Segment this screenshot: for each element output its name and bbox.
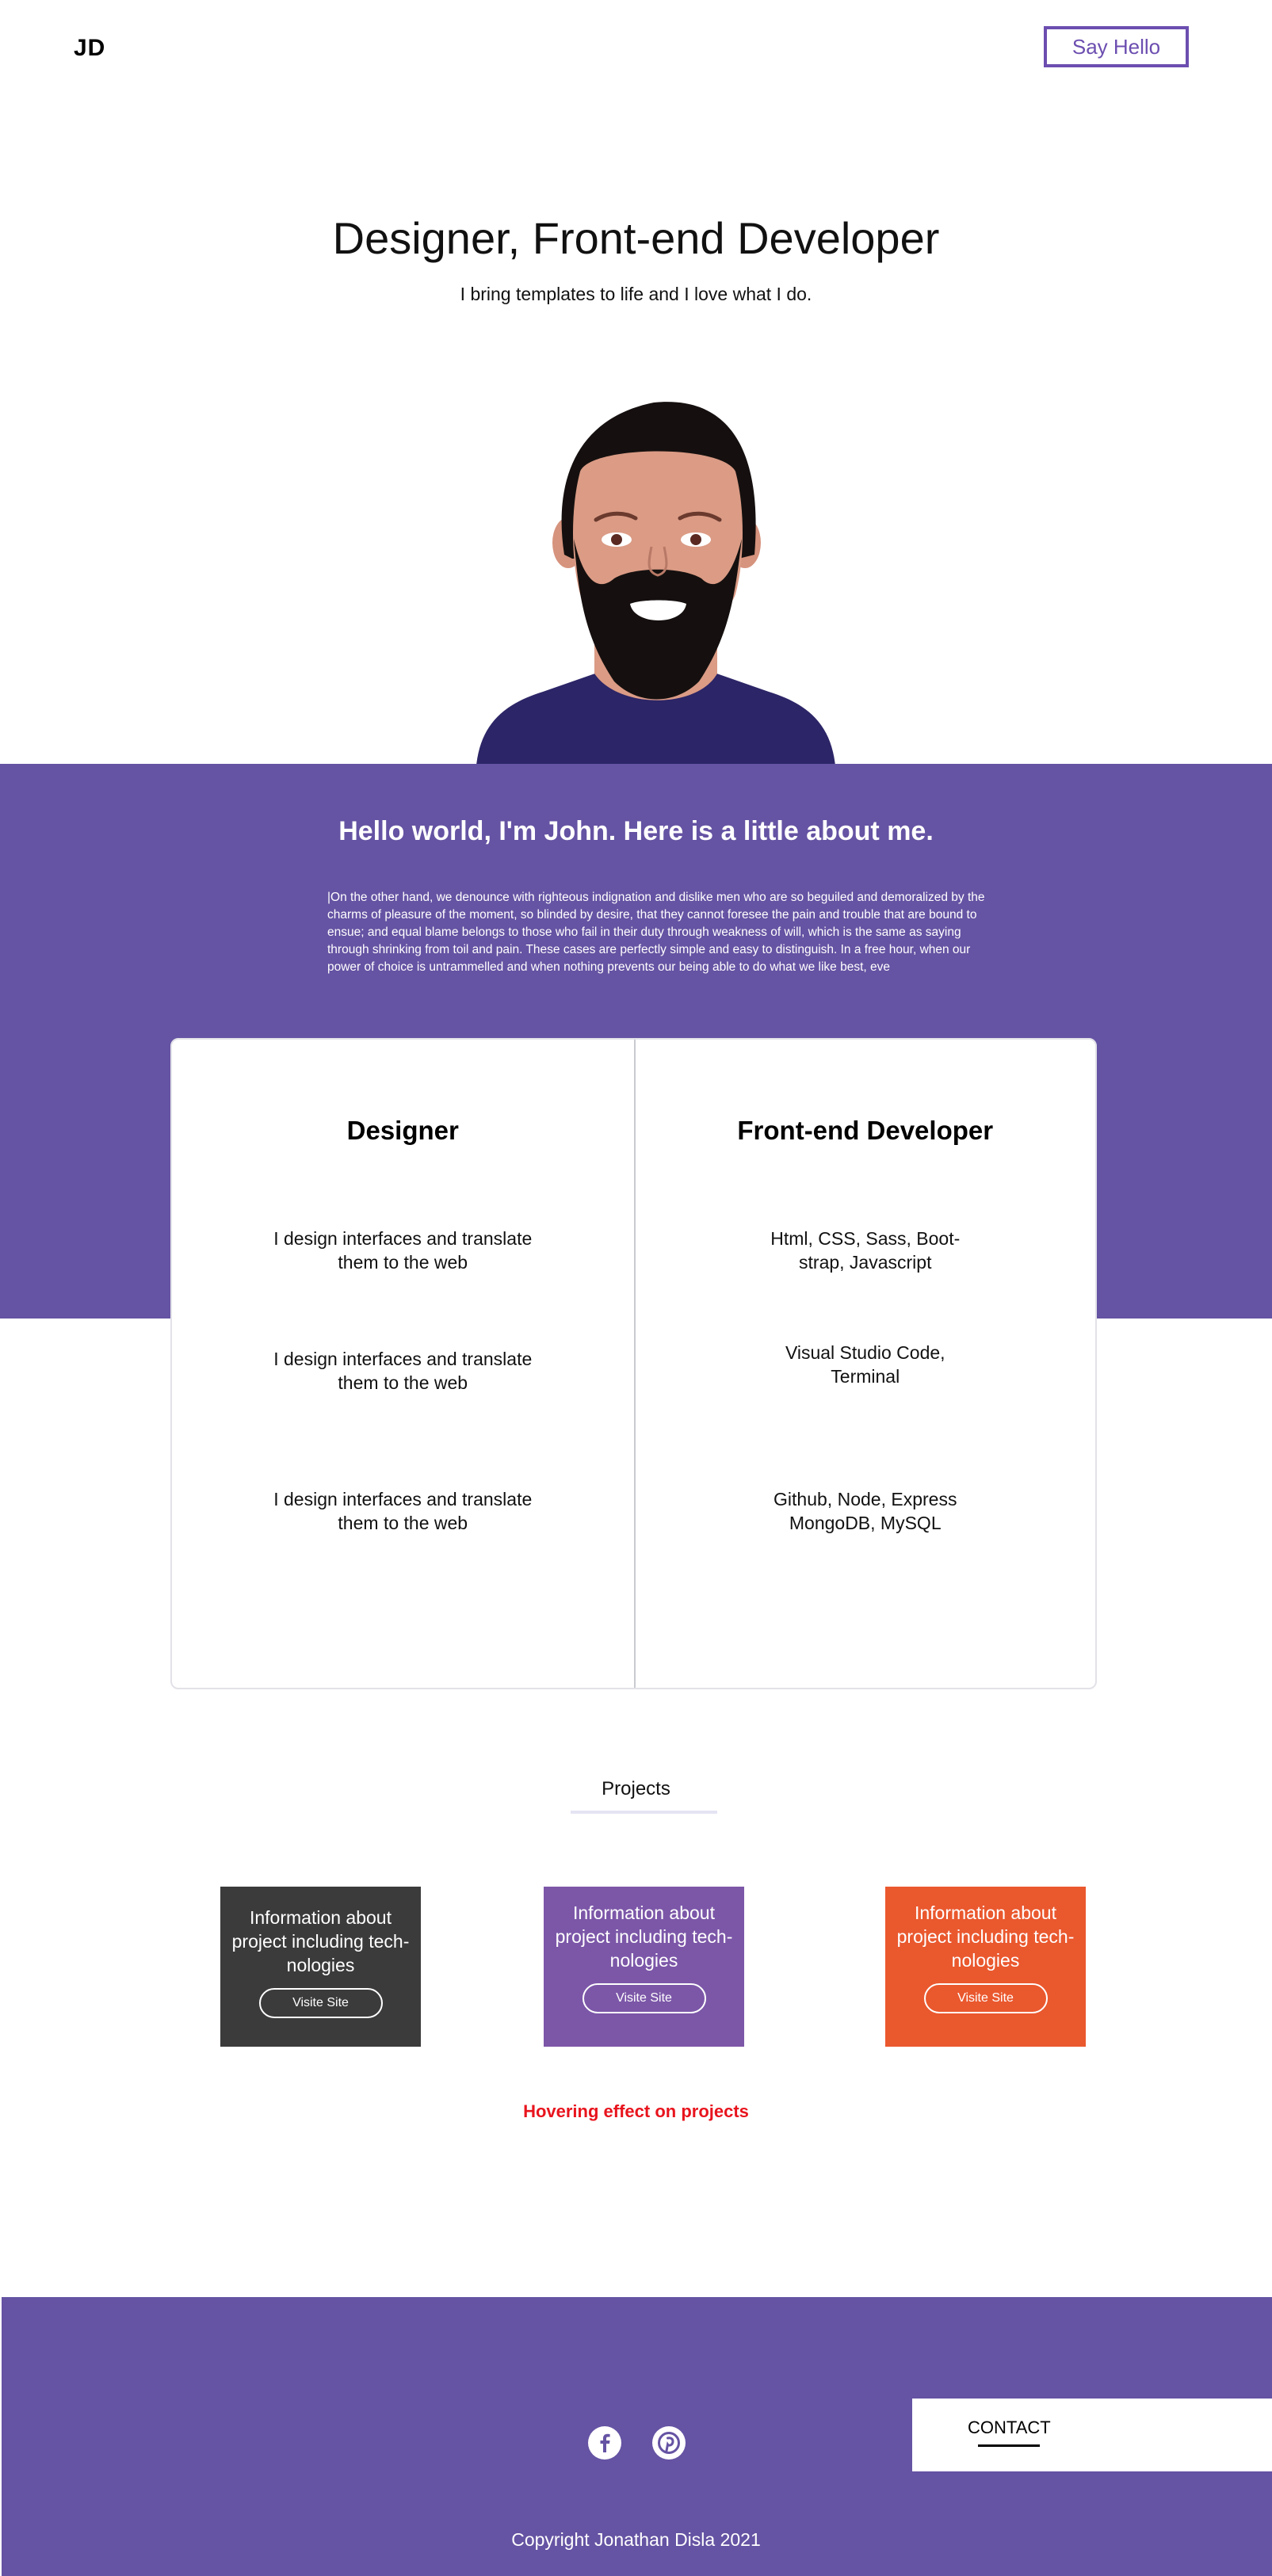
hover-note: Hovering effect on projects	[523, 2101, 749, 2121]
projects-underline	[571, 1811, 717, 1814]
about-title: Hello world, I'm John. Here is a little …	[338, 816, 934, 846]
say-hello-button[interactable]: Say Hello	[1044, 26, 1189, 67]
copyright: Copyright Jonathan Disla 2021	[511, 2529, 761, 2550]
skills-card: Designer I design interfaces and transla…	[170, 1038, 1097, 1689]
project-2-text: Information about project including tech…	[555, 1902, 733, 1971]
contact-label: CONTACT	[968, 2418, 1051, 2437]
contact-button[interactable]: CONTACT	[912, 2399, 1272, 2471]
left-pupil	[611, 534, 622, 545]
projects-heading: Projects	[602, 1778, 670, 1799]
developer-column: Front-end Developer Html, CSS, Sass, Boo…	[633, 1040, 1096, 1688]
developer-title: Front-end Developer	[737, 1116, 994, 1145]
contact-underline	[978, 2444, 1040, 2447]
hero-subtitle: I bring templates to life and I love wha…	[460, 284, 812, 304]
project-card-2[interactable]: Information about project including tech…	[544, 1887, 744, 2047]
project-3-visit-button[interactable]: Visite Site	[923, 1983, 1048, 2013]
designer-skill-2: I design interfaces and translate them t…	[273, 1349, 533, 1393]
project-card-3[interactable]: Information about project including tech…	[885, 1887, 1086, 2047]
project-3-text: Information about project including tech…	[896, 1902, 1075, 1971]
logo[interactable]: JD	[74, 35, 105, 62]
hero-title: Designer, Front-end Developer	[332, 213, 940, 263]
designer-skill-1: I design interfaces and translate them t…	[273, 1228, 533, 1273]
project-card-1[interactable]: Information about project including tech…	[220, 1887, 421, 2047]
pinterest-icon[interactable]	[652, 2426, 686, 2460]
designer-skill-3: I design interfaces and translate them t…	[273, 1489, 533, 1533]
designer-title: Designer	[346, 1116, 459, 1145]
project-1-visit-button[interactable]: Visite Site	[258, 1988, 383, 2018]
developer-skill-3: Github, Node, Express MongoDB, MySQL	[774, 1489, 957, 1533]
right-pupil	[690, 534, 701, 545]
project-1-text: Information about project including tech…	[231, 1907, 410, 1975]
developer-skill-1: Html, CSS, Sass, Boot-strap, Javascript	[770, 1228, 961, 1273]
about-text: |On the other hand, we denounce with rig…	[327, 891, 985, 974]
designer-column: Designer I design interfaces and transla…	[172, 1040, 634, 1688]
project-2-visit-button[interactable]: Visite Site	[582, 1983, 706, 2013]
developer-skill-2: Visual Studio Code, Terminal	[785, 1342, 945, 1387]
facebook-icon[interactable]	[588, 2426, 621, 2460]
avatar-illustration	[476, 402, 836, 781]
